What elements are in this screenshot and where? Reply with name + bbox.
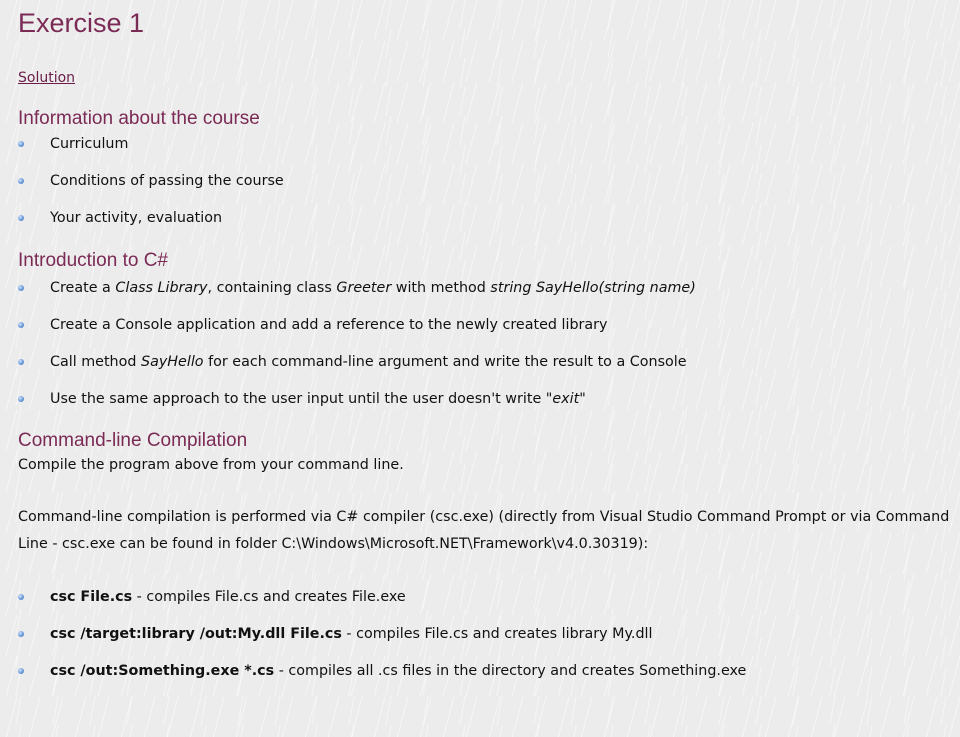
bullet-icon (18, 631, 24, 637)
section-heading-cli: Command-line Compilation (18, 430, 248, 451)
list-item: Create a Console application and add a r… (18, 316, 953, 334)
list-item: Call method SayHello for each command-li… (18, 353, 953, 371)
info-list: Curriculum Conditions of passing the cou… (18, 135, 953, 227)
list-item: Create a Class Library, containing class… (18, 279, 953, 297)
solution-link[interactable]: Solution (18, 69, 75, 87)
cli-list: csc File.cs - compiles File.cs and creat… (18, 588, 953, 680)
page-content: Exercise 1 Solution Information about th… (18, 0, 953, 680)
bullet-icon (18, 594, 24, 600)
bullet-icon (18, 285, 24, 291)
section-heading-intro: Introduction to C# (18, 250, 168, 271)
list-item: Curriculum (18, 135, 953, 153)
bullet-icon (18, 396, 24, 402)
list-item: Use the same approach to the user input … (18, 390, 953, 408)
list-item: Your activity, evaluation (18, 209, 953, 227)
paragraph: Compile the program above from your comm… (18, 457, 404, 473)
list-item: csc /target:library /out:My.dll File.cs … (18, 625, 953, 643)
list-item: csc File.cs - compiles File.cs and creat… (18, 588, 953, 606)
bullet-icon (18, 141, 24, 147)
list-item: Conditions of passing the course (18, 172, 953, 190)
list-item: csc /out:Something.exe *.cs - compiles a… (18, 662, 953, 680)
bullet-icon (18, 215, 24, 221)
intro-list: Create a Class Library, containing class… (18, 279, 953, 408)
bullet-icon (18, 322, 24, 328)
bullet-icon (18, 178, 24, 184)
paragraph: Command-line compilation is performed vi… (18, 509, 950, 552)
page-title: Exercise 1 (18, 8, 145, 38)
section-heading-info: Information about the course (18, 108, 260, 129)
bullet-icon (18, 668, 24, 674)
bullet-icon (18, 359, 24, 365)
